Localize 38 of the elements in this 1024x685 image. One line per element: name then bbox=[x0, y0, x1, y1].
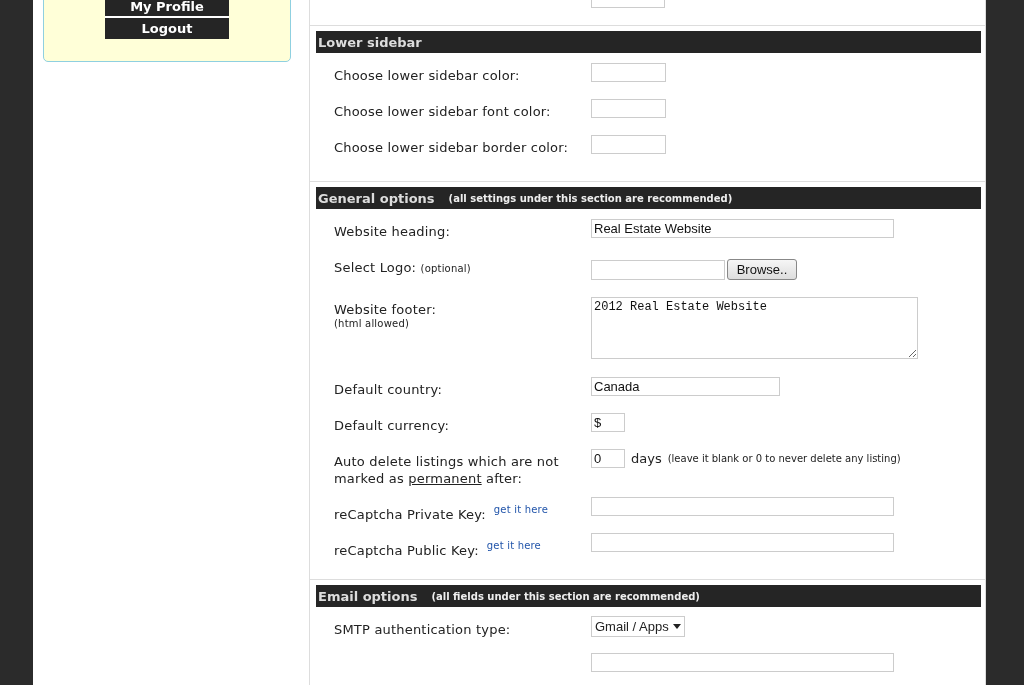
field-label: reCaptcha Private Key: bbox=[334, 507, 486, 522]
caret-icon bbox=[672, 624, 681, 629]
days-label: days bbox=[631, 451, 662, 466]
field-label: Auto delete listings which are not marked as permanent after: bbox=[334, 454, 559, 486]
section-note: (all fields under this section are recommended) bbox=[431, 590, 700, 602]
days-hint: (leave it blank or 0 to never delete any listing) bbox=[667, 453, 901, 464]
field-label: SMTP authentication type: bbox=[334, 622, 511, 637]
get-key-link[interactable]: get it here bbox=[486, 540, 541, 551]
footer-textarea[interactable]: 2012 Real Estate Website bbox=[591, 297, 918, 359]
days-field[interactable]: 0 bbox=[591, 449, 625, 468]
field-label: Default country: bbox=[334, 382, 442, 397]
section-title: Email options bbox=[318, 588, 418, 604]
text-field[interactable]: $ bbox=[591, 413, 625, 432]
text-field[interactable]: Canada bbox=[591, 377, 780, 396]
field-hint: (html allowed) bbox=[334, 318, 411, 330]
text-field[interactable] bbox=[591, 533, 894, 552]
get-key-link[interactable]: get it here bbox=[493, 504, 548, 515]
text-field[interactable] bbox=[591, 653, 894, 672]
browse-button[interactable]: Browse.. bbox=[727, 259, 797, 280]
field-label: Website footer: bbox=[334, 302, 437, 317]
field-label: Website heading: bbox=[334, 224, 451, 239]
section-title: General options bbox=[318, 190, 435, 206]
section-title: Lower sidebar bbox=[318, 34, 422, 50]
field-label: Select Logo: (optional) bbox=[334, 260, 471, 275]
text-field[interactable] bbox=[591, 497, 894, 516]
field-label: Choose lower sidebar color: bbox=[334, 68, 520, 83]
field-label: Choose lower sidebar font color: bbox=[334, 104, 551, 119]
text-field[interactable]: Real Estate Website bbox=[591, 219, 894, 238]
menu-button[interactable]: Logout bbox=[105, 16, 229, 39]
field-label: Default currency: bbox=[334, 418, 450, 433]
file-path-field[interactable] bbox=[591, 259, 725, 280]
section-note: (all settings under this section are recommended) bbox=[448, 192, 733, 204]
text-field[interactable] bbox=[591, 99, 666, 118]
text-field[interactable] bbox=[591, 63, 666, 82]
field-label: reCaptcha Public Key: bbox=[334, 543, 479, 558]
auth-type-dropdown[interactable]: Gmail / Apps bbox=[591, 616, 685, 637]
field-label: Choose lower sidebar border color: bbox=[334, 140, 569, 155]
text-field[interactable] bbox=[591, 135, 666, 154]
